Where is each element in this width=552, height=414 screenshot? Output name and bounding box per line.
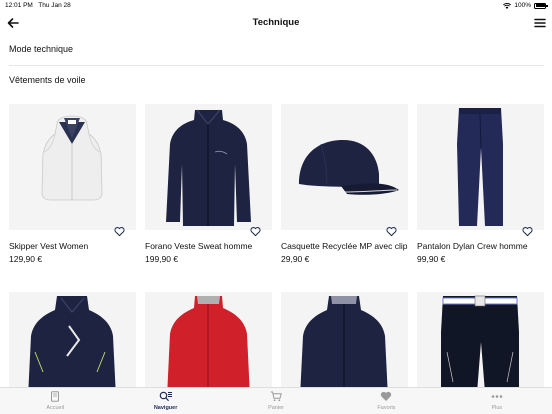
tab-accueil[interactable]: Accueil [0,388,110,414]
product-card[interactable]: Casquette Recyclée MP avec clip 29,90 € [281,104,408,264]
product-name: Casquette Recyclée MP avec clip [281,241,408,251]
wifi-icon [503,2,512,9]
battery-icon [534,2,548,9]
divider [9,65,544,66]
product-price: 29,90 € [281,254,310,264]
cart-icon [270,391,282,402]
hamburger-menu-icon[interactable] [534,17,546,29]
search-list-icon [159,391,172,401]
product-image-cap [281,104,408,230]
product-image-jacket [145,104,272,230]
tab-naviguer[interactable]: Naviguer [110,388,220,414]
tab-plus[interactable]: Plus [442,388,552,414]
heart-icon [381,391,392,401]
tab-label: Favoris [377,405,396,411]
product-price: 129,90 € [9,254,43,264]
product-price: 199,90 € [145,254,179,264]
product-name: Skipper Vest Women [9,241,89,251]
status-time: 12:01 PM Thu Jan 28 [5,2,71,9]
tab-label: Plus [491,405,503,411]
more-dots-icon [491,395,503,398]
favorite-heart-icon[interactable] [114,226,125,237]
book-icon [51,391,60,402]
status-bar: 12:01 PM Thu Jan 28 100% [0,0,552,11]
tab-label: Naviguer [153,405,178,411]
category-mode-technique[interactable]: Mode technique [9,44,544,54]
tab-panier[interactable]: Panier [221,388,331,414]
product-price: 99,90 € [417,254,446,264]
tab-bar: Accueil Naviguer Panier Favoris Plus [0,387,552,414]
battery-percent: 100% [514,2,531,9]
favorite-heart-icon[interactable] [250,226,261,237]
product-card[interactable]: Skipper Vest Women 129,90 € [9,104,136,264]
product-image-vest [9,104,136,230]
tab-label: Accueil [46,405,65,411]
favorite-heart-icon[interactable] [386,226,397,237]
product-card[interactable]: Forano Veste Sweat homme 199,90 € [145,104,272,264]
favorite-heart-icon[interactable] [522,226,533,237]
status-date: Thu Jan 28 [38,2,71,9]
tab-label: Panier [268,405,284,411]
page-title: Technique [252,17,300,28]
product-name: Pantalon Dylan Crew homme [417,241,528,251]
product-card[interactable]: Pantalon Dylan Crew homme 99,90 € [417,104,544,264]
category-vetements-de-voile[interactable]: Vêtements de voile [9,75,544,85]
product-image-trousers [417,104,544,230]
navigation-bar: Technique [0,11,552,35]
product-name: Forano Veste Sweat homme [145,241,253,251]
tab-favoris[interactable]: Favoris [331,388,441,414]
